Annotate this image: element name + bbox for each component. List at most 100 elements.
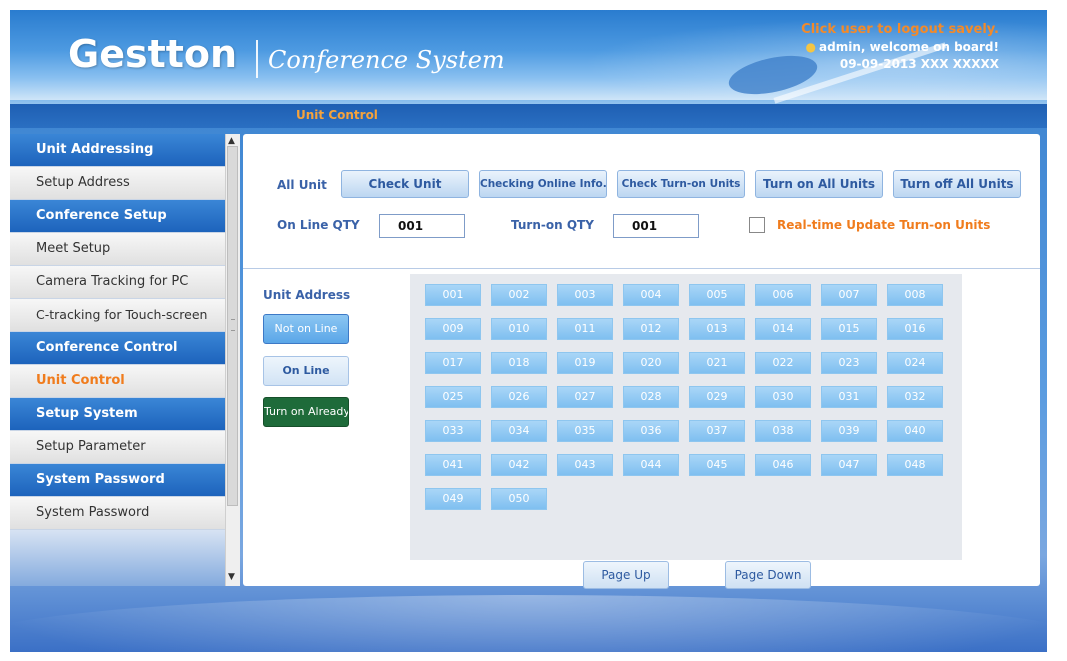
unit-button[interactable]: 034: [491, 420, 547, 442]
unit-button[interactable]: 045: [689, 454, 745, 476]
scroll-down-arrow-icon[interactable]: ▼: [228, 572, 235, 582]
all-unit-label: All Unit: [277, 178, 327, 192]
unit-button[interactable]: 001: [425, 284, 481, 306]
sidebar-item-system-password[interactable]: System Password: [10, 497, 225, 530]
unit-button[interactable]: 050: [491, 488, 547, 510]
user-info: Click user to logout savely. ● admin, wel…: [801, 22, 999, 71]
realtime-update-label: Real-time Update Turn-on Units: [777, 218, 991, 232]
unit-button[interactable]: 012: [623, 318, 679, 340]
unit-button[interactable]: 043: [557, 454, 613, 476]
check-turn-on-units-button[interactable]: Check Turn-on Units: [617, 170, 745, 198]
datetime-display: 09-09-2013 XXX XXXXX: [839, 57, 999, 71]
welcome-label: admin, welcome on board!: [819, 40, 999, 54]
unit-button[interactable]: 030: [755, 386, 811, 408]
unit-button[interactable]: 014: [755, 318, 811, 340]
online-qty-label: On Line QTY: [277, 218, 360, 232]
unit-button[interactable]: 008: [887, 284, 943, 306]
unit-button[interactable]: 046: [755, 454, 811, 476]
sidebar-group-system-password[interactable]: System Password: [10, 464, 225, 497]
online-qty-field[interactable]: 001: [379, 214, 465, 238]
app-frame: Gestton Conference System Click user to …: [10, 10, 1047, 652]
scrollbar-thumb[interactable]: [227, 146, 238, 506]
unit-button[interactable]: 007: [821, 284, 877, 306]
logout-link[interactable]: Click user to logout savely.: [801, 22, 999, 37]
sidebar-nav: Unit Addressing Setup Address Conference…: [10, 134, 225, 586]
header: Gestton Conference System Click user to …: [10, 10, 1047, 104]
sidebar-item-meet-setup[interactable]: Meet Setup: [10, 233, 225, 266]
unit-button[interactable]: 031: [821, 386, 877, 408]
unit-grid: 001 002 003 004 005 006 007 008 009 010 011 012 013 0…: [410, 274, 962, 560]
unit-button[interactable]: 010: [491, 318, 547, 340]
unit-button[interactable]: 036: [623, 420, 679, 442]
unit-button[interactable]: 049: [425, 488, 481, 510]
page-titlebar: Unit Control: [10, 104, 1047, 128]
sidebar-item-unit-control[interactable]: Unit Control: [10, 365, 225, 398]
unit-button[interactable]: 033: [425, 420, 481, 442]
turn-off-all-units-button[interactable]: Turn off All Units: [893, 170, 1021, 198]
scrollbar-grip-icon: [231, 319, 235, 331]
user-icon: ●: [805, 40, 817, 54]
page-title: Unit Control: [296, 108, 378, 122]
page-down-button[interactable]: Page Down: [725, 561, 811, 589]
scroll-up-arrow-icon[interactable]: ▲: [228, 136, 235, 146]
unit-button[interactable]: 002: [491, 284, 547, 306]
unit-button[interactable]: 022: [755, 352, 811, 374]
sidebar-bottom-fill: [10, 530, 225, 586]
unit-button[interactable]: 028: [623, 386, 679, 408]
checking-online-info-button[interactable]: Checking Online Info.: [479, 170, 607, 198]
unit-button[interactable]: 018: [491, 352, 547, 374]
check-unit-button[interactable]: Check Unit: [341, 170, 469, 198]
unit-button[interactable]: 048: [887, 454, 943, 476]
unit-button[interactable]: 027: [557, 386, 613, 408]
unit-button[interactable]: 009: [425, 318, 481, 340]
app-subtitle: Conference System: [268, 46, 505, 74]
unit-button[interactable]: 020: [623, 352, 679, 374]
turnon-qty-field[interactable]: 001: [613, 214, 699, 238]
unit-button[interactable]: 021: [689, 352, 745, 374]
unit-button[interactable]: 040: [887, 420, 943, 442]
legend-turn-on-already: Turn on Already: [263, 397, 349, 427]
sidebar-group-setup-system[interactable]: Setup System: [10, 398, 225, 431]
unit-button[interactable]: 044: [623, 454, 679, 476]
unit-button[interactable]: 006: [755, 284, 811, 306]
sidebar-scrollbar[interactable]: ▲ ▼: [225, 134, 240, 586]
sidebar-item-setup-parameter[interactable]: Setup Parameter: [10, 431, 225, 464]
unit-button[interactable]: 004: [623, 284, 679, 306]
legend-not-online: Not on Line: [263, 314, 349, 344]
unit-button[interactable]: 035: [557, 420, 613, 442]
unit-button[interactable]: 019: [557, 352, 613, 374]
unit-button[interactable]: 003: [557, 284, 613, 306]
unit-button[interactable]: 039: [821, 420, 877, 442]
unit-button[interactable]: 038: [755, 420, 811, 442]
unit-button[interactable]: 042: [491, 454, 547, 476]
page-up-button[interactable]: Page Up: [583, 561, 669, 589]
unit-button[interactable]: 047: [821, 454, 877, 476]
realtime-update-checkbox[interactable]: [749, 217, 765, 233]
unit-button[interactable]: 037: [689, 420, 745, 442]
unit-button[interactable]: 023: [821, 352, 877, 374]
unit-button[interactable]: 015: [821, 318, 877, 340]
sidebar-group-unit-addressing[interactable]: Unit Addressing: [10, 134, 225, 167]
brand-logo: Gestton: [68, 32, 238, 76]
unit-button[interactable]: 017: [425, 352, 481, 374]
sidebar-item-c-tracking-touchscreen[interactable]: C-tracking for Touch-screen: [10, 299, 225, 332]
unit-button[interactable]: 016: [887, 318, 943, 340]
sidebar-item-camera-tracking-pc[interactable]: Camera Tracking for PC: [10, 266, 225, 299]
welcome-text[interactable]: ● admin, welcome on board!: [801, 40, 999, 54]
unit-button[interactable]: 041: [425, 454, 481, 476]
unit-button[interactable]: 029: [689, 386, 745, 408]
sidebar-group-conference-control[interactable]: Conference Control: [10, 332, 225, 365]
unit-button[interactable]: 032: [887, 386, 943, 408]
unit-button[interactable]: 013: [689, 318, 745, 340]
turn-on-all-units-button[interactable]: Turn on All Units: [755, 170, 883, 198]
unit-button[interactable]: 005: [689, 284, 745, 306]
sidebar-item-setup-address[interactable]: Setup Address: [10, 167, 225, 200]
unit-control-panel: All Unit Check Unit Checking Online Info…: [243, 134, 1040, 589]
sidebar-group-conference-setup[interactable]: Conference Setup: [10, 200, 225, 233]
unit-button[interactable]: 011: [557, 318, 613, 340]
unit-button[interactable]: 025: [425, 386, 481, 408]
turnon-qty-label: Turn-on QTY: [511, 218, 594, 232]
unit-button[interactable]: 026: [491, 386, 547, 408]
unit-button[interactable]: 024: [887, 352, 943, 374]
legend-online: On Line: [263, 356, 349, 386]
